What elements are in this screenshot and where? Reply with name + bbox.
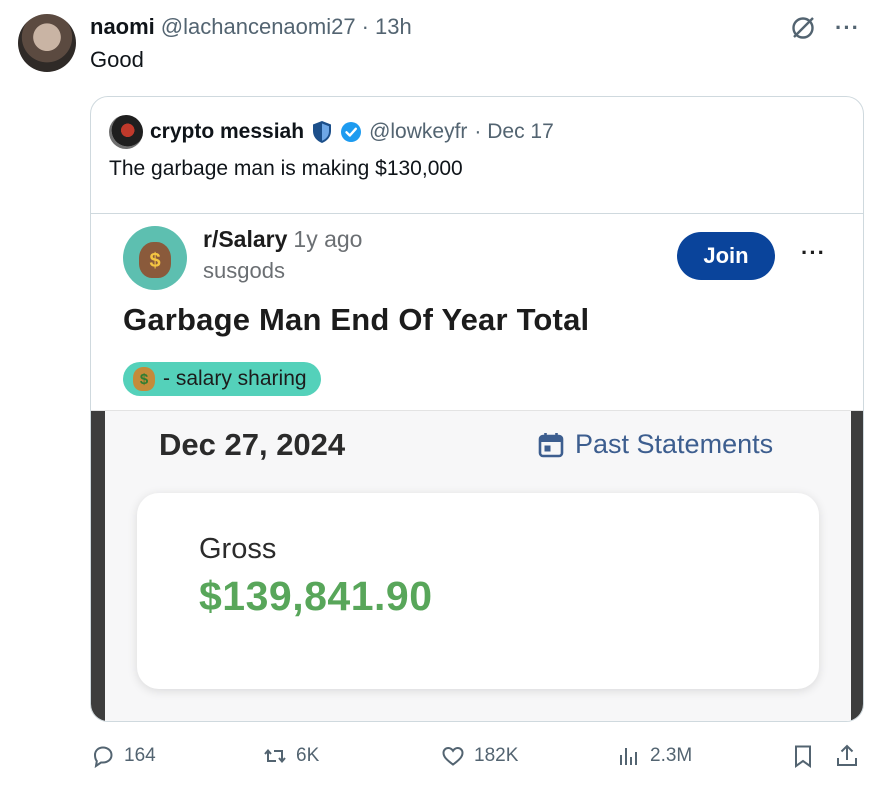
post-text: Good: [90, 47, 144, 72]
author-handle[interactable]: @lachancenaomi27: [161, 14, 356, 40]
money-bag-emoji-icon: $: [133, 367, 155, 391]
reddit-post-title: Garbage Man End Of Year Total: [123, 302, 590, 337]
right-edge-bar: [851, 411, 863, 721]
share-action[interactable]: [834, 738, 860, 774]
verified-badge-icon: [341, 122, 362, 142]
quoted-post[interactable]: crypto messiah @lowkeyfr · Dec 17 The ga…: [90, 96, 864, 722]
reddit-more-icon: ···: [801, 240, 826, 265]
quoted-author-avatar[interactable]: [109, 115, 143, 149]
like-count: 182K: [474, 745, 519, 766]
author-display-name[interactable]: naomi: [90, 14, 155, 40]
quoted-post-text: The garbage man is making $130,000: [109, 157, 463, 180]
pay-statement-screenshot: Dec 27, 2024 Past Statements Gross $139,…: [91, 410, 863, 721]
heart-icon: [442, 746, 464, 766]
quoted-author-handle[interactable]: @lowkeyfr: [369, 120, 467, 144]
views-action[interactable]: 2.3M: [616, 738, 692, 774]
repost-count: 6K: [296, 745, 320, 766]
repost-action[interactable]: 6K: [262, 738, 319, 774]
bookmark-icon: [795, 745, 811, 768]
repost-icon: [264, 748, 286, 764]
shield-badge-icon: [313, 121, 332, 143]
views-count: 2.3M: [650, 745, 693, 766]
quoted-post-header: crypto messiah @lowkeyfr · Dec 17: [109, 115, 554, 149]
embedded-screenshot[interactable]: $ r/Salary 1y ago susgods Join ··· Garbag…: [91, 213, 863, 721]
post-time[interactable]: · 13h: [362, 14, 412, 40]
reply-count: 164: [124, 745, 156, 766]
grok-icon[interactable]: [789, 14, 817, 42]
author-avatar[interactable]: [18, 14, 76, 72]
gross-card: Gross $139,841.90: [137, 493, 819, 689]
reddit-flair: $ - salary sharing: [123, 362, 321, 396]
post-top-icons: ···: [789, 14, 860, 42]
gross-label: Gross: [199, 533, 277, 565]
quoted-post-date[interactable]: · Dec 17: [474, 120, 553, 144]
reply-action[interactable]: 164: [90, 738, 156, 774]
like-action[interactable]: 182K: [440, 738, 518, 774]
join-button: Join: [677, 232, 775, 280]
reddit-flair-label: - salary sharing: [163, 367, 307, 390]
post-header: naomi @lachancenaomi27 · 13h: [90, 14, 412, 40]
statement-date: Dec 27, 2024: [159, 427, 346, 462]
subreddit-line: r/Salary 1y ago: [203, 226, 362, 253]
share-icon: [837, 744, 857, 766]
calendar-icon: [538, 432, 564, 457]
bookmark-action[interactable]: [790, 738, 816, 774]
left-edge-bar: [91, 411, 105, 721]
past-statements-link: Past Statements: [537, 429, 773, 460]
money-bag-icon: $: [139, 242, 171, 278]
past-statements-label: Past Statements: [575, 429, 774, 459]
more-options-icon[interactable]: ···: [835, 17, 860, 39]
quoted-author-display-name[interactable]: crypto messiah: [150, 120, 304, 144]
analytics-icon: [620, 748, 637, 765]
gross-value: $139,841.90: [199, 573, 433, 619]
reddit-username: susgods: [203, 258, 285, 283]
reddit-post-age: 1y ago: [293, 226, 363, 252]
subreddit-avatar: $: [123, 226, 187, 290]
subreddit-name: r/Salary: [203, 226, 288, 252]
reply-icon: [93, 746, 113, 769]
post-action-bar: 164 6K 182K 2.3M: [90, 738, 864, 774]
